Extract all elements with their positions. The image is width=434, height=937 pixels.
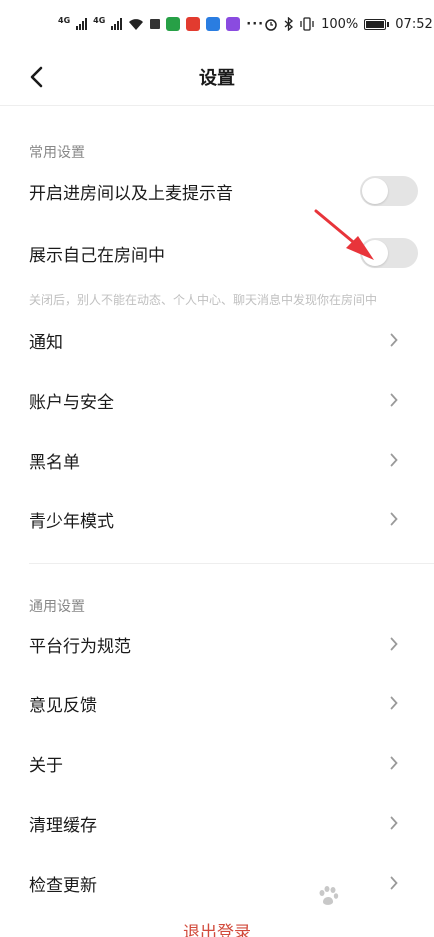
network-type-2: 4G <box>93 15 106 25</box>
logout-button[interactable]: 退出登录 <box>0 918 434 937</box>
setting-label: 展示自己在房间中 <box>29 245 165 266</box>
signal-icon <box>76 18 88 30</box>
chevron-right-icon <box>390 393 398 407</box>
watermark-logo <box>316 881 416 911</box>
link-row-notifications[interactable]: 通知 <box>0 315 434 365</box>
page-title: 设置 <box>199 67 235 89</box>
chevron-right-icon <box>390 637 398 651</box>
chevron-right-icon <box>390 512 398 526</box>
link-row-about[interactable]: 关于 <box>0 738 434 788</box>
section-title-general: 通用设置 <box>29 599 85 615</box>
chevron-right-icon <box>390 453 398 467</box>
bluetooth-icon <box>284 17 294 31</box>
section-title-common: 常用设置 <box>29 145 85 161</box>
link-row-account-security[interactable]: 账户与安全 <box>0 375 434 425</box>
network-type-1: 4G <box>58 15 71 25</box>
wifi-icon <box>129 18 144 30</box>
link-label: 检查更新 <box>29 875 97 896</box>
status-left: 4G 4G ··· <box>58 15 265 32</box>
chevron-right-icon <box>390 756 398 770</box>
signal-icon-2 <box>111 18 123 30</box>
back-button[interactable] <box>28 62 56 92</box>
app-red-icon <box>186 17 201 31</box>
link-label: 关于 <box>29 755 63 776</box>
nav-bar: 设置 <box>0 48 434 106</box>
toggle-knob <box>362 178 388 204</box>
show-in-room-hint: 关闭后，别人不能在动态、个人中心、聊天消息中发现你在房间中 <box>29 293 378 307</box>
link-label: 通知 <box>29 332 63 353</box>
alarm-icon <box>265 19 277 31</box>
chevron-right-icon <box>390 696 398 710</box>
battery-percent: 100% <box>321 16 359 32</box>
link-row-blacklist[interactable]: 黑名单 <box>0 435 434 485</box>
app-green-icon <box>166 17 181 31</box>
status-bar: 4G 4G ··· 100% 07:52 <box>0 0 434 48</box>
link-row-clear-cache[interactable]: 清理缓存 <box>0 798 434 848</box>
section-divider <box>29 563 434 564</box>
notification-square-icon <box>150 19 161 29</box>
link-label: 清理缓存 <box>29 815 97 836</box>
battery-icon <box>364 18 390 30</box>
chevron-right-icon <box>390 816 398 830</box>
link-row-platform-rules[interactable]: 平台行为规范 <box>0 619 434 669</box>
link-label: 平台行为规范 <box>29 636 131 657</box>
room-sound-toggle[interactable] <box>360 176 418 206</box>
annotation-arrow-icon <box>314 209 374 260</box>
status-right: 100% 07:52 <box>264 17 433 32</box>
app-purple-icon <box>226 17 241 31</box>
link-label: 意见反馈 <box>29 695 97 716</box>
app-blue-icon <box>206 17 221 31</box>
link-row-teen-mode[interactable]: 青少年模式 <box>0 494 434 544</box>
more-notifications-icon: ··· <box>246 16 265 32</box>
vibrate-icon <box>300 17 314 31</box>
chevron-right-icon <box>390 333 398 347</box>
chevron-left-icon <box>30 66 43 88</box>
link-row-feedback[interactable]: 意见反馈 <box>0 678 434 728</box>
link-label: 黑名单 <box>29 452 80 473</box>
link-label: 青少年模式 <box>29 511 114 532</box>
paw-icon <box>319 886 339 905</box>
setting-label: 开启进房间以及上麦提示音 <box>29 183 233 204</box>
clock: 07:52 <box>395 16 433 32</box>
link-label: 账户与安全 <box>29 392 114 413</box>
